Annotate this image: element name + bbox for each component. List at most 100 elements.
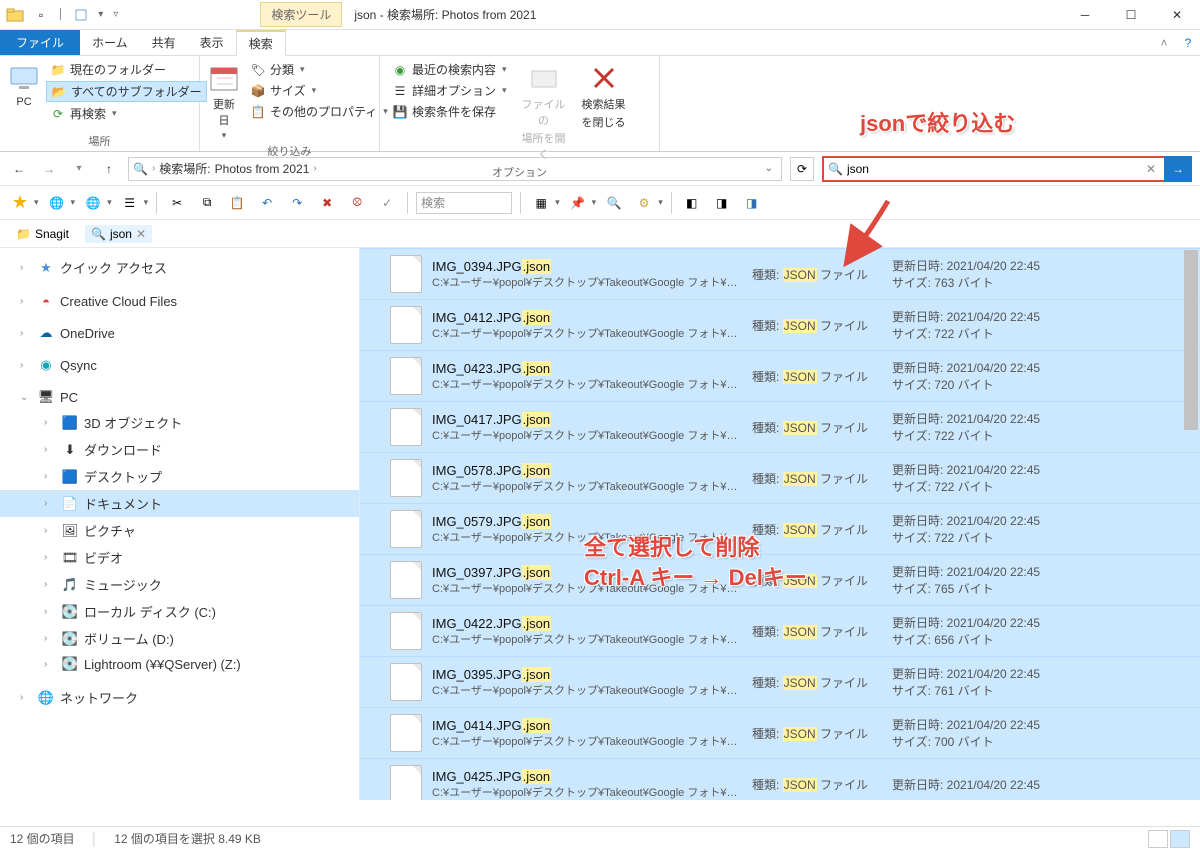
toolbar-pane1-icon[interactable]: ◧ <box>680 191 704 215</box>
fav-json[interactable]: 🔍json ✕ <box>85 225 152 243</box>
ribbon-size[interactable]: 📦サイズ▾ <box>246 81 392 100</box>
toolbar-copy-icon[interactable]: ⧉ <box>195 191 219 215</box>
file-row[interactable]: IMG_0423.JPG.json C:¥ユーザー¥popol¥デスクトップ¥T… <box>360 350 1200 401</box>
sidebar-qsync[interactable]: ›◉Qsync <box>0 353 359 377</box>
view-large-button[interactable] <box>1170 830 1190 848</box>
minimize-button[interactable]: ─ <box>1062 0 1108 30</box>
tab-view[interactable]: 表示 <box>188 30 236 55</box>
sidebar-item[interactable]: ›⬇ダウンロード <box>0 436 359 463</box>
ribbon-advanced[interactable]: ☰詳細オプション▾ <box>388 81 511 100</box>
breadcrumb-location[interactable]: Photos from 2021 <box>215 162 310 176</box>
toolbar-rows-icon[interactable]: ☰ <box>118 191 142 215</box>
ribbon-other-props[interactable]: 📋その他のプロパティ▾ <box>246 102 392 121</box>
tab-home[interactable]: ホーム <box>80 30 140 55</box>
sidebar-onedrive[interactable]: ›☁OneDrive <box>0 321 359 345</box>
back-button[interactable]: ← <box>8 158 30 180</box>
sidebar-item[interactable]: ›📄ドキュメント <box>0 490 359 517</box>
fav-snagit[interactable]: 📁Snagit <box>10 225 75 243</box>
tab-share[interactable]: 共有 <box>140 30 188 55</box>
toolbar-pane2-icon[interactable]: ◨ <box>710 191 734 215</box>
recent-locations-dropdown[interactable]: ▾ <box>68 158 90 180</box>
qat-dropdown-2[interactable]: ▾ <box>96 9 105 20</box>
qat-properties[interactable] <box>70 4 92 26</box>
sidebar-item[interactable]: ›🟦デスクトップ <box>0 463 359 490</box>
toolbar-delete-icon[interactable]: ✖ <box>315 191 339 215</box>
tab-file[interactable]: ファイル <box>0 30 80 55</box>
close-x-icon <box>588 62 620 94</box>
file-row[interactable]: IMG_0417.JPG.json C:¥ユーザー¥popol¥デスクトップ¥T… <box>360 401 1200 452</box>
qat-dropdown[interactable]: │ <box>56 9 66 20</box>
toolbar-redo-icon[interactable]: ↷ <box>285 191 309 215</box>
file-row[interactable]: IMG_0578.JPG.json C:¥ユーザー¥popol¥デスクトップ¥T… <box>360 452 1200 503</box>
toolbar-globe-green[interactable]: 🌐 <box>45 191 69 215</box>
toolbar-view-icon[interactable]: ▦ <box>529 191 553 215</box>
toolbar-search-field[interactable]: 検索 <box>416 192 512 214</box>
search-box[interactable]: 🔍 ✕ → <box>822 156 1192 182</box>
close-button[interactable]: ✕ <box>1154 0 1200 30</box>
toolbar-globe-blue[interactable]: 🌐 <box>81 191 105 215</box>
sidebar-pc[interactable]: ⌄🖥PC <box>0 385 359 409</box>
refresh-button[interactable]: ⟳ <box>790 157 814 181</box>
status-selected: 12 個の項目を選択 8.49 KB <box>114 830 261 847</box>
file-row[interactable]: IMG_0579.JPG.json C:¥ユーザー¥popol¥デスクトップ¥T… <box>360 503 1200 554</box>
cloud-icon: ☁ <box>38 325 54 341</box>
toolbar-cut-icon[interactable]: ✂ <box>165 191 189 215</box>
breadcrumb-prefix[interactable]: 検索場所: <box>159 160 210 177</box>
sidebar-network[interactable]: ›🌐ネットワーク <box>0 684 359 711</box>
search-input[interactable] <box>847 162 1142 176</box>
file-row[interactable]: IMG_0422.JPG.json C:¥ユーザー¥popol¥デスクトップ¥T… <box>360 605 1200 656</box>
search-submit-button[interactable]: → <box>1164 156 1192 182</box>
view-details-button[interactable] <box>1148 830 1168 848</box>
file-type: 種類: JSON ファイル <box>752 572 882 589</box>
folder-icon: 💽 <box>62 631 78 647</box>
toolbar-pin-icon[interactable]: 📌 <box>566 191 590 215</box>
ribbon-close-search[interactable]: 検索結果 を閉じる <box>577 60 631 130</box>
ribbon-all-subfolders[interactable]: 📂すべてのサブフォルダー <box>46 81 207 102</box>
close-tab-icon[interactable]: ✕ <box>136 227 146 241</box>
maximize-button[interactable]: ☐ <box>1108 0 1154 30</box>
clear-search-icon[interactable]: ✕ <box>1146 162 1156 176</box>
refresh-icon: ⟳ <box>50 106 66 122</box>
ribbon-save-search[interactable]: 💾検索条件を保存 <box>388 102 511 121</box>
tab-search[interactable]: 検索 <box>236 30 286 56</box>
sidebar-item[interactable]: ›🎞ビデオ <box>0 544 359 571</box>
toolbar-pane3-icon[interactable]: ◨ <box>740 191 764 215</box>
sidebar-ccf[interactable]: ›◓Creative Cloud Files <box>0 289 359 313</box>
file-path: C:¥ユーザー¥popol¥デスクトップ¥Takeout¥Google フォト¥… <box>432 529 742 545</box>
file-row[interactable]: IMG_0412.JPG.json C:¥ユーザー¥popol¥デスクトップ¥T… <box>360 299 1200 350</box>
sidebar-item[interactable]: ›🎵ミュージック <box>0 571 359 598</box>
help-icon[interactable]: ? <box>1176 30 1200 55</box>
sidebar-item[interactable]: ›💽ボリューム (D:) <box>0 625 359 652</box>
breadcrumb[interactable]: 🔍 › 検索場所: Photos from 2021 › ⌄ <box>128 157 782 181</box>
breadcrumb-dropdown[interactable]: ⌄ <box>761 163 777 174</box>
ribbon-search-again[interactable]: ⟳再検索▾ <box>46 104 207 123</box>
file-row[interactable]: IMG_0395.JPG.json C:¥ユーザー¥popol¥デスクトップ¥T… <box>360 656 1200 707</box>
ribbon-current-folder[interactable]: 📁現在のフォルダー <box>46 60 207 79</box>
file-row[interactable]: IMG_0397.JPG.json C:¥ユーザー¥popol¥デスクトップ¥T… <box>360 554 1200 605</box>
qat-overflow[interactable]: ▿ <box>111 9 120 20</box>
toolbar-paste-icon[interactable]: 📋 <box>225 191 249 215</box>
toolbar-settings-icon[interactable]: ⚙ <box>632 191 656 215</box>
qat-item[interactable]: ▫ <box>30 4 52 26</box>
sidebar-item[interactable]: ›💽Lightroom (¥¥QServer) (Z:) <box>0 652 359 676</box>
toolbar-undo-icon[interactable]: ↶ <box>255 191 279 215</box>
toolbar-delete2-icon[interactable]: ⮾ <box>345 191 369 215</box>
ribbon-collapse-icon[interactable]: ˄ <box>1152 30 1176 55</box>
file-row[interactable]: IMG_0414.JPG.json C:¥ユーザー¥popol¥デスクトップ¥T… <box>360 707 1200 758</box>
favorites-star-icon[interactable]: ★ <box>8 191 32 215</box>
sidebar-quick-access[interactable]: ›★クイック アクセス <box>0 254 359 281</box>
sidebar-item[interactable]: ›💽ローカル ディスク (C:) <box>0 598 359 625</box>
ribbon: PC 📁現在のフォルダー 📂すべてのサブフォルダー ⟳再検索▾ 場所 更新日 ▾… <box>0 56 1200 152</box>
ribbon-recent[interactable]: ◉最近の検索内容▾ <box>388 60 511 79</box>
ribbon-kind[interactable]: 🏷分類▾ <box>246 60 392 79</box>
file-row[interactable]: IMG_0394.JPG.json C:¥ユーザー¥popol¥デスクトップ¥T… <box>360 248 1200 299</box>
sidebar-item[interactable]: ›🖼ピクチャ <box>0 517 359 544</box>
file-row[interactable]: IMG_0425.JPG.json C:¥ユーザー¥popol¥デスクトップ¥T… <box>360 758 1200 800</box>
toolbar-search2-icon[interactable]: 🔍 <box>602 191 626 215</box>
toolbar-properties-icon[interactable]: ✓ <box>375 191 399 215</box>
scrollbar-thumb[interactable] <box>1184 250 1198 430</box>
ribbon-pc[interactable]: PC <box>8 60 40 108</box>
up-button[interactable]: ↑ <box>98 158 120 180</box>
sidebar-item[interactable]: ›🟦3D オブジェクト <box>0 409 359 436</box>
ribbon-date-modified[interactable]: 更新日 ▾ <box>208 60 240 141</box>
